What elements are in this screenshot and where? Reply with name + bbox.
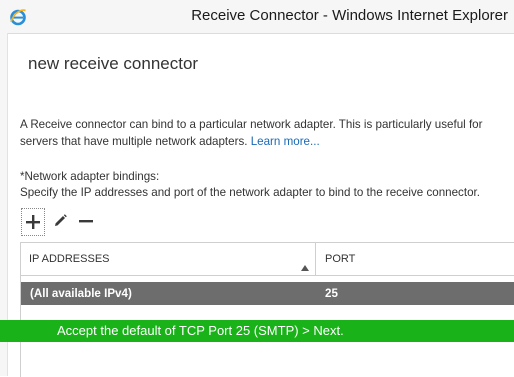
sort-ascending-icon[interactable] xyxy=(301,256,309,275)
bindings-table: IP ADDRESSES PORT (All available IPv4) 2… xyxy=(20,242,514,377)
plus-icon xyxy=(26,215,40,229)
add-button[interactable] xyxy=(21,208,45,236)
description-text: A Receive connector can bind to a partic… xyxy=(20,116,510,150)
page-title: new receive connector xyxy=(28,54,199,73)
bindings-toolbar xyxy=(20,208,110,236)
pencil-icon xyxy=(55,214,67,226)
remove-button[interactable] xyxy=(75,208,97,234)
window-title: Receive Connector - Windows Internet Exp… xyxy=(191,7,508,24)
window-titlebar: Receive Connector - Windows Internet Exp… xyxy=(0,0,514,34)
cell-ip-address: (All available IPv4) xyxy=(30,287,132,300)
table-row[interactable]: (All available IPv4) 25 xyxy=(21,282,514,305)
table-header: IP ADDRESSES PORT xyxy=(21,243,514,276)
column-divider xyxy=(315,243,316,275)
bindings-label: *Network adapter bindings: xyxy=(20,170,160,183)
column-header-ip-addresses[interactable]: IP ADDRESSES xyxy=(29,253,110,265)
edit-button[interactable] xyxy=(49,208,71,234)
minus-icon xyxy=(79,220,93,223)
learn-more-link[interactable]: Learn more... xyxy=(251,135,320,148)
column-header-port[interactable]: PORT xyxy=(325,253,355,265)
cell-port: 25 xyxy=(325,287,338,300)
instruction-banner: Accept the default of TCP Port 25 (SMTP)… xyxy=(0,320,514,342)
instruction-banner-text: Accept the default of TCP Port 25 (SMTP)… xyxy=(57,323,344,338)
internet-explorer-icon xyxy=(9,8,27,26)
bindings-help-text: Specify the IP addresses and port of the… xyxy=(20,186,480,199)
